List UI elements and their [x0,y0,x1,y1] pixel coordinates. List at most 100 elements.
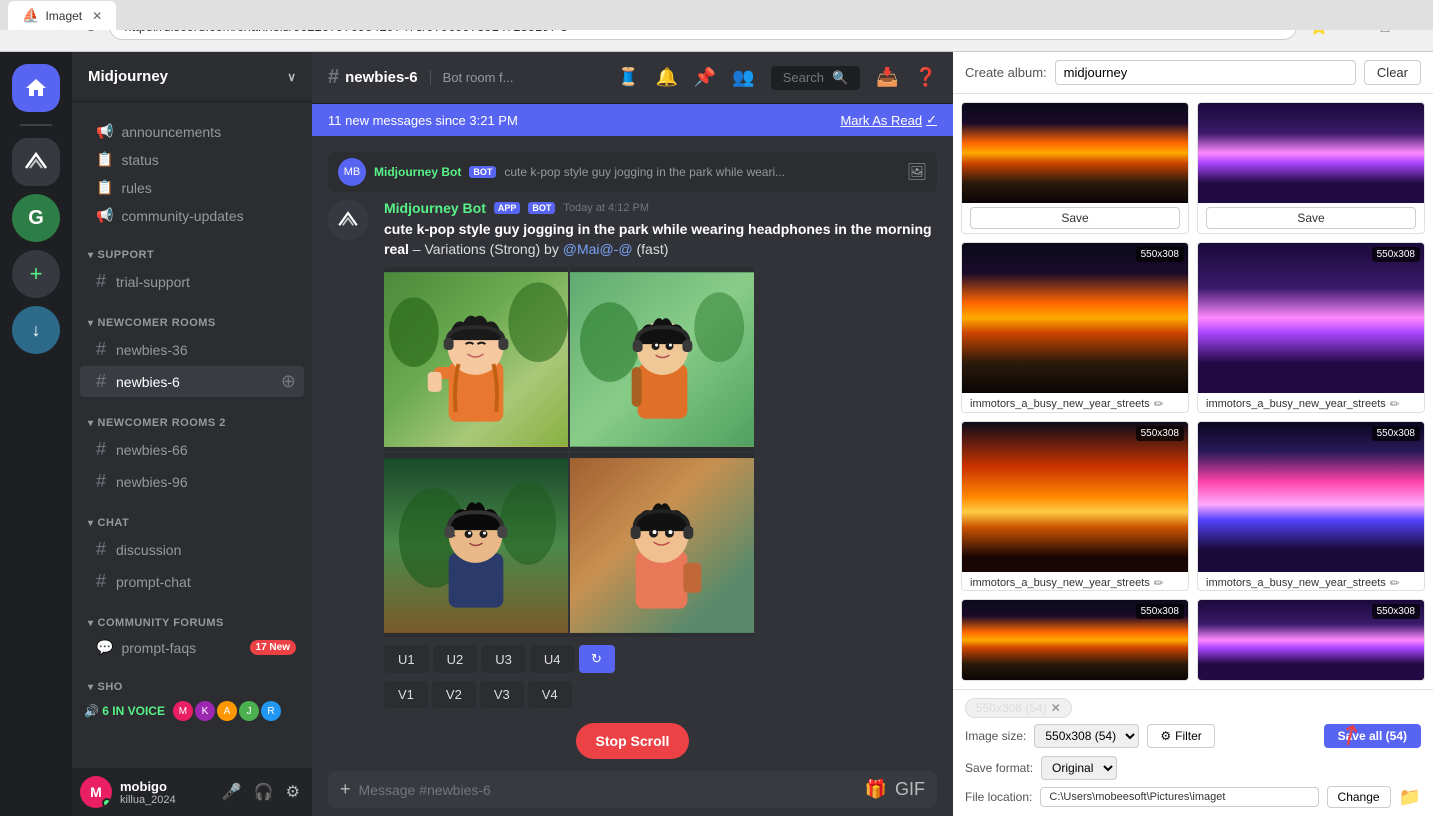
add-member-icon[interactable]: ⊕ [281,371,296,392]
save-format-select[interactable]: Original [1041,756,1117,780]
pin-icon[interactable]: 📌 [694,67,716,88]
section-newcomer2-label[interactable]: NEWCOMER ROOMS 2 [72,413,312,433]
channel-trial-support[interactable]: # trial-support [80,266,304,297]
image-cell-1[interactable] [384,267,568,451]
tab-close-icon[interactable]: ✕ [92,9,102,23]
section-sho-label[interactable]: SHO [72,677,312,697]
channel-status[interactable]: 📋 status [80,146,304,173]
hash-icon: # [96,571,106,592]
channel-prompt-chat[interactable]: # prompt-chat [80,566,304,597]
image-size-select[interactable]: 550x308 (54) [1034,724,1139,748]
channel-community-updates-label: community-updates [121,208,243,224]
v4-button[interactable]: V4 [528,681,572,708]
channel-rules[interactable]: 📋 rules [80,174,304,201]
notification-icon[interactable]: 🔔 [656,67,678,88]
save-button-top-2[interactable]: Save [1206,207,1416,229]
save-format-row: Save format: Original [965,756,1421,780]
album-input[interactable] [1055,60,1356,85]
channel-prompt-faqs-label: prompt-faqs [121,640,196,656]
image-card-4: 550x308 immotors_a_busy_new_year_streets… [1197,421,1425,592]
announcement-icon: 📢 [96,123,113,140]
hash-icon: # [96,339,106,360]
gif-button[interactable]: GIF [895,779,925,800]
section-forums-label[interactable]: COMMUNITY FORUMS [72,613,312,633]
image-name-text: immotors_a_busy_new_year_streets [970,398,1150,410]
edit-icon-3[interactable]: ✏ [1154,576,1164,590]
u4-button[interactable]: U4 [530,645,575,673]
channel-description: Bot room f... [430,70,514,85]
channel-newbies-6[interactable]: # newbies-6 ⊕ [80,366,304,397]
clear-button[interactable]: Clear [1364,60,1421,85]
search-box[interactable]: Search 🔍 [771,66,860,90]
mark-as-read-label: Mark As Read [840,113,922,128]
channel-newbies-96[interactable]: # newbies-96 [80,466,304,497]
image-cell-3[interactable] [384,453,568,637]
size-chip-remove[interactable]: ✕ [1051,701,1061,715]
channel-community-updates[interactable]: 📢 community-updates [80,202,304,229]
section-newcomer-label[interactable]: NEWCOMER ROOMS [72,313,312,333]
help-icon[interactable]: ❓ [915,67,937,88]
members-icon[interactable]: 👥 [732,67,754,88]
channel-announcements-label: announcements [121,124,221,140]
section-chat-label[interactable]: CHAT [72,513,312,533]
change-button[interactable]: Change [1327,786,1391,808]
save-button-top-1[interactable]: Save [970,207,1180,229]
browser-tab[interactable]: ⛵ Imaget ✕ [8,1,116,30]
mute-button[interactable]: 🎤 [218,778,246,806]
channel-newbies-66[interactable]: # newbies-66 [80,434,304,465]
right-panel-header: Create album: Clear [953,52,1433,94]
filter-button[interactable]: ⚙ Filter [1147,724,1214,748]
channel-announcements[interactable]: 📢 announcements [80,118,304,145]
u2-button[interactable]: U2 [433,645,478,673]
server-midjourney[interactable] [12,138,60,186]
voice-status: 🔊 6 IN VOICE [84,704,165,718]
edit-icon-2[interactable]: ✏ [1390,397,1400,411]
server-green[interactable]: G [12,194,60,242]
inbox-icon[interactable]: 📥 [876,67,898,88]
user-status-text: killua_2024 [120,794,210,806]
panel-bottom: 550x308 (54) ✕ Image size: 550x308 (54) … [953,689,1433,816]
file-path-input[interactable] [1040,787,1318,807]
hash-icon: # [96,539,106,560]
status-icon: 📋 [96,151,113,168]
gift-button[interactable]: 🎁 [865,779,887,800]
v2-button[interactable]: V2 [432,681,476,708]
thread-icon[interactable]: 🧵 [617,67,639,88]
edit-icon[interactable]: ✏ [1154,397,1164,411]
deafen-button[interactable]: 🎧 [250,778,278,806]
server-download[interactable]: ↓ [12,306,60,354]
search-icon: 🔍 [832,70,848,86]
refresh-button[interactable]: ↻ [579,645,615,673]
chat-header: # newbies-6 Bot room f... 🧵 🔔 📌 👥 Search… [312,52,953,104]
image-footer-3: immotors_a_busy_new_year_streets ✏ Save [962,572,1188,592]
mark-as-read-button[interactable]: Mark As Read ✓ [840,112,937,128]
server-header[interactable]: Midjourney ∨ [72,52,312,102]
settings-button[interactable]: ⚙ [282,778,304,806]
new-messages-banner[interactable]: 11 new messages since 3:21 PM Mark As Re… [312,104,953,136]
image-name-text-3: immotors_a_busy_new_year_streets [970,577,1150,589]
hash-icon: # [96,439,106,460]
section-support-label[interactable]: SUPPORT [72,245,312,265]
image-card-top-2: Save [1197,102,1425,234]
edit-icon-4[interactable]: ✏ [1390,576,1400,590]
channel-discussion[interactable]: # discussion [80,534,304,565]
u1-button[interactable]: U1 [384,645,429,673]
mention-tag[interactable]: @Mai@-@ [563,241,633,257]
image-preview-icon: 🖼 [907,162,927,182]
message-group: Midjourney Bot APP BOT Today at 4:12 PM … [328,200,937,708]
v1-button[interactable]: V1 [384,681,428,708]
image-cell-4[interactable] [570,453,754,637]
attach-button[interactable]: + [340,779,351,800]
image-cell-2[interactable] [570,267,754,451]
folder-button[interactable]: 📁 [1399,787,1421,808]
stop-scroll-button[interactable]: Stop Scroll [576,723,690,759]
server-add[interactable]: + [12,250,60,298]
v3-button[interactable]: V3 [480,681,524,708]
message-timestamp: Today at 4:12 PM [563,202,649,214]
u3-button[interactable]: U3 [481,645,526,673]
message-input[interactable] [359,782,857,798]
channel-newbies-36[interactable]: # newbies-36 [80,334,304,365]
server-home[interactable] [12,64,60,112]
channel-prompt-faqs[interactable]: 💬 prompt-faqs 17 New [80,634,304,661]
file-location-row: File location: Change 📁 [965,786,1421,808]
